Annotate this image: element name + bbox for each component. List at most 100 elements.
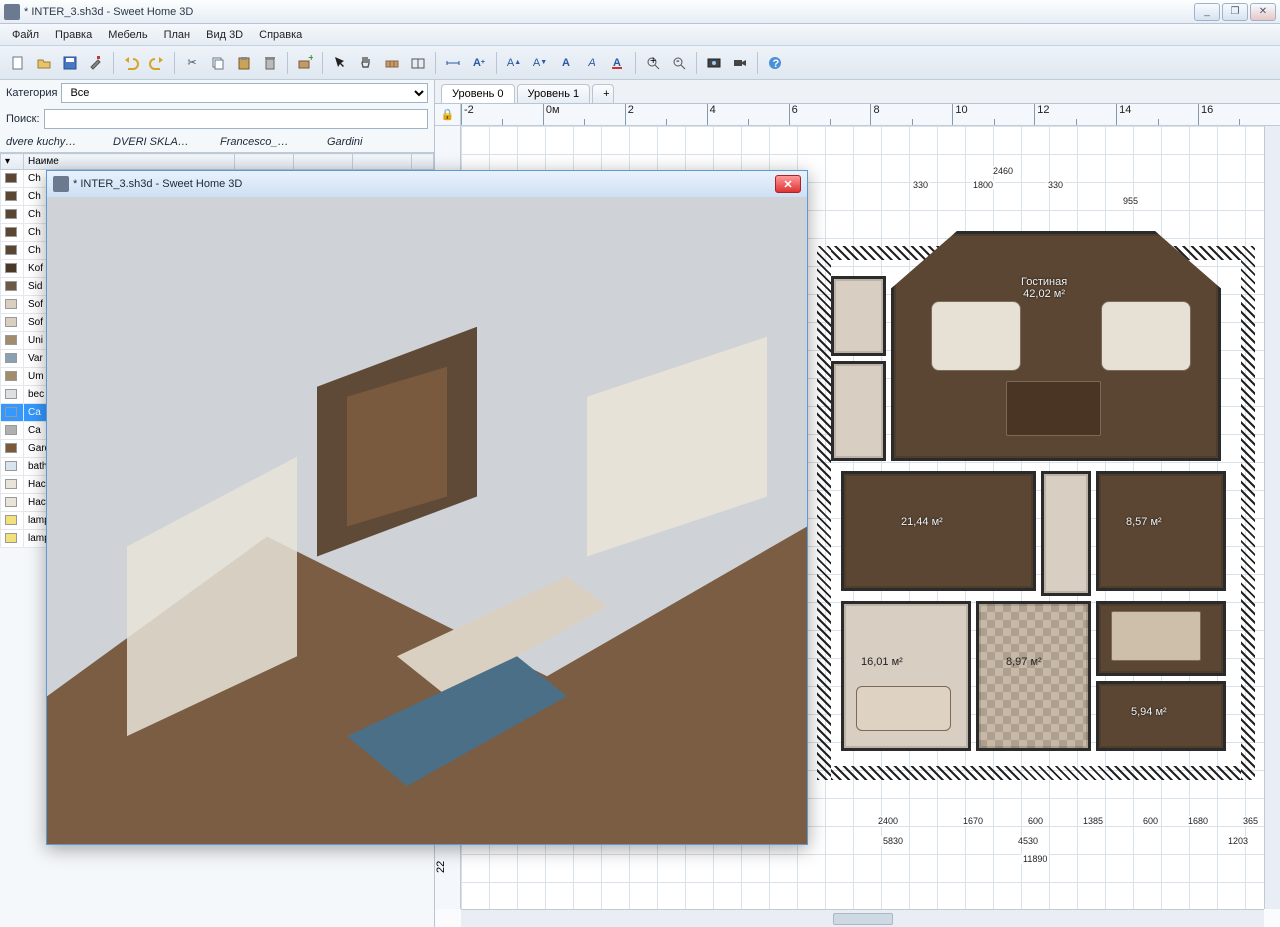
toolbar: ✂ + A+ A▲ A▼ A A A + - ?	[0, 46, 1280, 80]
dimension: 1203	[1226, 836, 1250, 846]
paste-icon[interactable]	[232, 51, 256, 75]
svg-text:?: ?	[773, 58, 780, 70]
new-icon[interactable]	[6, 51, 30, 75]
room-area: 16,01 м²	[861, 656, 903, 668]
menu-3dview[interactable]: Вид 3D	[198, 27, 251, 43]
dimension: 600	[1026, 816, 1045, 826]
view-3d[interactable]	[47, 197, 807, 844]
room-area: 8,57 м²	[1126, 516, 1162, 528]
ruler-tick: 4	[707, 104, 789, 125]
search-label: Поиск:	[6, 113, 40, 125]
menu-furniture[interactable]: Мебель	[100, 27, 155, 43]
tab-level-0[interactable]: Уровень 0	[441, 84, 515, 103]
ruler-tick: 6	[789, 104, 871, 125]
menubar: Файл Правка Мебель План Вид 3D Справка	[0, 24, 1280, 46]
dimension: 11890	[1021, 854, 1049, 864]
ruler-horizontal: -20м246810121416	[461, 104, 1280, 126]
ruler-tick: 8	[870, 104, 952, 125]
bold-icon[interactable]: A	[554, 51, 578, 75]
menu-file[interactable]: Файл	[4, 27, 47, 43]
select-icon[interactable]	[328, 51, 352, 75]
dimension: 1800	[971, 180, 995, 190]
room-area: 21,44 м²	[901, 516, 943, 528]
open-icon[interactable]	[32, 51, 56, 75]
col-name[interactable]: Наиме	[24, 154, 235, 170]
dimension: 2400	[876, 816, 900, 826]
room-area: 8,97 м²	[1006, 656, 1042, 668]
minimize-button[interactable]: _	[1194, 3, 1220, 21]
search-input[interactable]	[44, 109, 428, 129]
zoom-out-icon[interactable]: -	[667, 51, 691, 75]
room-area: 5,94 м²	[1131, 706, 1167, 718]
create-walls-icon[interactable]	[380, 51, 404, 75]
category-select[interactable]: Все	[61, 83, 428, 103]
ruler-tick: 14	[1116, 104, 1198, 125]
dimension: 955	[1121, 196, 1140, 206]
app-icon	[53, 176, 69, 192]
dimension: 600	[1141, 816, 1160, 826]
menu-plan[interactable]: План	[156, 27, 199, 43]
cut-icon[interactable]: ✂	[180, 51, 204, 75]
increase-text-icon[interactable]: A▲	[502, 51, 526, 75]
toolbar-color-icon[interactable]: A	[606, 51, 630, 75]
create-rooms-icon[interactable]	[406, 51, 430, 75]
dimension: 1670	[961, 816, 985, 826]
catalog-item[interactable]: dvere kuchy…	[6, 136, 107, 148]
dimension: 2460	[991, 166, 1015, 176]
save-icon[interactable]	[58, 51, 82, 75]
catalog-item[interactable]: Gardini	[327, 136, 428, 148]
tab-add[interactable]: +	[592, 84, 614, 103]
dimension: 330	[1046, 180, 1065, 190]
level-tabs: Уровень 0 Уровень 1 +	[435, 80, 1280, 104]
ruler-tick: 12	[1034, 104, 1116, 125]
app-icon	[4, 4, 20, 20]
room-area: 42,02 м²	[1023, 288, 1065, 300]
undo-icon[interactable]	[119, 51, 143, 75]
create-dimensions-icon[interactable]	[441, 51, 465, 75]
scrollbar-vertical[interactable]	[1264, 126, 1280, 909]
dimension: 1680	[1186, 816, 1210, 826]
dimension: 4530	[1016, 836, 1040, 846]
dimension: 5830	[881, 836, 905, 846]
category-label: Категория	[6, 87, 57, 99]
preferences-icon[interactable]	[84, 51, 108, 75]
pan-icon[interactable]	[354, 51, 378, 75]
dimension: 1385	[1081, 816, 1105, 826]
maximize-button[interactable]: ❐	[1222, 3, 1248, 21]
main-titlebar: * INTER_3.sh3d - Sweet Home 3D _ ❐ ✕	[0, 0, 1280, 24]
copy-icon[interactable]	[206, 51, 230, 75]
ruler-tick: 16	[1198, 104, 1280, 125]
floating-3d-window[interactable]: * INTER_3.sh3d - Sweet Home 3D ✕	[46, 170, 808, 845]
svg-text:+: +	[308, 55, 313, 64]
menu-edit[interactable]: Правка	[47, 27, 100, 43]
window-title: * INTER_3.sh3d - Sweet Home 3D	[24, 6, 1194, 18]
ruler-tick: -2	[461, 104, 543, 125]
lock-icon[interactable]: 🔒	[435, 104, 461, 126]
close-button[interactable]: ✕	[1250, 3, 1276, 21]
zoom-in-icon[interactable]: +	[641, 51, 665, 75]
catalog-item[interactable]: Francesco_…	[220, 136, 321, 148]
italic-icon[interactable]: A	[580, 51, 604, 75]
create-photo-icon[interactable]	[702, 51, 726, 75]
floating-title: * INTER_3.sh3d - Sweet Home 3D	[73, 178, 775, 190]
create-video-icon[interactable]	[728, 51, 752, 75]
floating-titlebar[interactable]: * INTER_3.sh3d - Sweet Home 3D ✕	[47, 171, 807, 197]
room-label: Гостиная	[1021, 276, 1067, 288]
redo-icon[interactable]	[145, 51, 169, 75]
catalog-grid: dvere kuchy… DVERI SKLA… Francesco_… Gar…	[0, 132, 434, 152]
menu-help[interactable]: Справка	[251, 27, 310, 43]
vruler-tick: 22	[435, 861, 447, 873]
ruler-tick: 10	[952, 104, 1034, 125]
dimension: 330	[911, 180, 930, 190]
delete-icon[interactable]	[258, 51, 282, 75]
scrollbar-horizontal[interactable]	[461, 909, 1264, 927]
decrease-text-icon[interactable]: A▼	[528, 51, 552, 75]
tab-level-1[interactable]: Уровень 1	[517, 84, 591, 103]
catalog-item[interactable]: DVERI SKLA…	[113, 136, 214, 148]
svg-text:+: +	[650, 55, 656, 67]
add-furniture-icon[interactable]: +	[293, 51, 317, 75]
help-icon[interactable]: ?	[763, 51, 787, 75]
create-text-icon[interactable]: A+	[467, 51, 491, 75]
svg-text:-: -	[676, 55, 680, 67]
floating-close-button[interactable]: ✕	[775, 175, 801, 193]
